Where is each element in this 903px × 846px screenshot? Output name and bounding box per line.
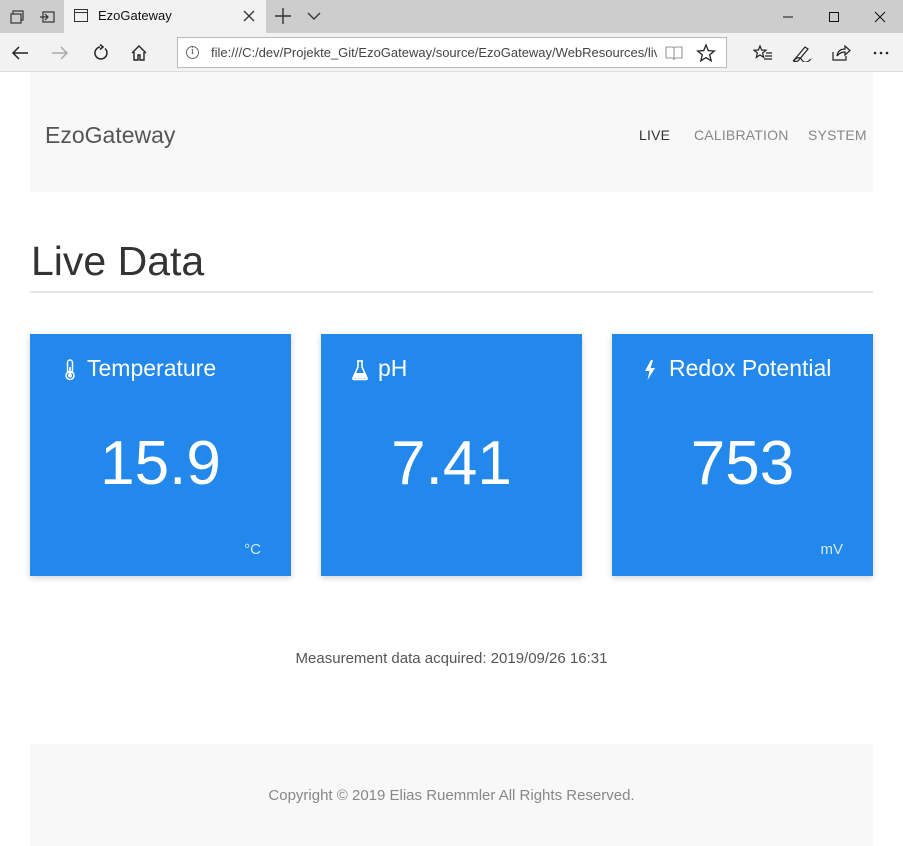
redox-value: 753 — [690, 429, 795, 498]
more-button[interactable] — [866, 38, 896, 68]
pen-icon — [792, 46, 812, 62]
forward-button[interactable] — [45, 38, 75, 68]
site-info-icon[interactable]: i — [186, 46, 199, 59]
maximize-icon — [829, 11, 839, 22]
home-button[interactable] — [124, 38, 154, 68]
set-tabs-aside-icon[interactable] — [32, 0, 62, 33]
forward-arrow-icon — [52, 46, 69, 60]
card-title: pH — [378, 355, 408, 381]
share-button[interactable] — [826, 38, 856, 68]
flask-icon — [352, 360, 368, 381]
card-title: Temperature — [87, 355, 217, 381]
nav-calibration[interactable]: CALIBRATION — [694, 127, 789, 143]
address-bar-row: i file:///C:/dev/Projekte_Git/EzoGateway… — [0, 33, 903, 72]
url-field[interactable]: i file:///C:/dev/Projekte_Git/EzoGateway… — [177, 37, 727, 68]
temperature-value: 15.9 — [100, 429, 221, 498]
share-icon — [832, 44, 851, 61]
acquisition-info: Measurement data acquired: 2019/09/26 16… — [0, 650, 903, 667]
tab-ezogateway[interactable]: EzoGateway — [64, 0, 266, 33]
favorites-list-icon — [753, 44, 772, 60]
title-divider — [30, 291, 873, 293]
more-dots-icon — [873, 51, 889, 55]
nav-system[interactable]: SYSTEM — [808, 127, 867, 143]
favorite-star-icon[interactable] — [696, 43, 716, 63]
thermometer-icon — [65, 359, 75, 381]
card-title: Redox Potential — [669, 355, 832, 381]
copyright-text: Copyright © 2019 Elias Ruemmler All Righ… — [268, 787, 635, 804]
acquisition-timestamp: 2019/09/26 16:31 — [490, 650, 608, 667]
favorites-hub-button[interactable] — [748, 38, 778, 68]
url-text[interactable]: file:///C:/dev/Projekte_Git/EzoGateway/s… — [211, 45, 657, 60]
tab-title: EzoGateway — [98, 8, 172, 23]
maximize-button[interactable] — [811, 0, 857, 33]
refresh-button[interactable] — [85, 38, 115, 68]
ph-value: 7.41 — [391, 429, 512, 498]
minimize-icon — [783, 16, 793, 17]
back-button[interactable] — [5, 38, 35, 68]
page-title: Live Data — [31, 238, 205, 284]
web-note-button[interactable] — [787, 38, 817, 68]
new-tab-icon[interactable] — [272, 5, 294, 27]
lightning-icon — [645, 360, 655, 380]
reading-view-icon[interactable] — [665, 45, 683, 61]
minimize-button[interactable] — [765, 0, 811, 33]
ph-card: pH 7.41 — [321, 334, 582, 576]
page-favicon-icon — [74, 9, 88, 22]
redox-card: Redox Potential 753 mV — [612, 334, 873, 576]
nav-live[interactable]: LIVE — [639, 127, 670, 143]
temperature-unit: °C — [244, 541, 261, 558]
close-window-button[interactable] — [857, 0, 903, 33]
site-navbar: EzoGateway LIVE CALIBRATION SYSTEM — [30, 72, 873, 192]
redox-unit: mV — [820, 541, 844, 558]
site-footer: Copyright © 2019 Elias Ruemmler All Righ… — [30, 744, 873, 846]
home-icon — [131, 45, 147, 61]
close-icon — [874, 11, 886, 22]
refresh-icon — [94, 44, 108, 60]
back-arrow-icon — [11, 46, 28, 60]
acquisition-label: Measurement data acquired: — [295, 650, 487, 667]
temperature-card: Temperature 15.9 °C — [30, 334, 291, 576]
chevron-down-icon[interactable] — [305, 8, 323, 24]
page-content: EzoGateway LIVE CALIBRATION SYSTEM Live … — [0, 72, 903, 846]
browser-tab-bar: EzoGateway — [0, 0, 903, 33]
tab-preview-icon[interactable] — [2, 0, 32, 33]
close-tab-icon[interactable] — [242, 9, 256, 23]
brand-link[interactable]: EzoGateway — [45, 122, 175, 149]
